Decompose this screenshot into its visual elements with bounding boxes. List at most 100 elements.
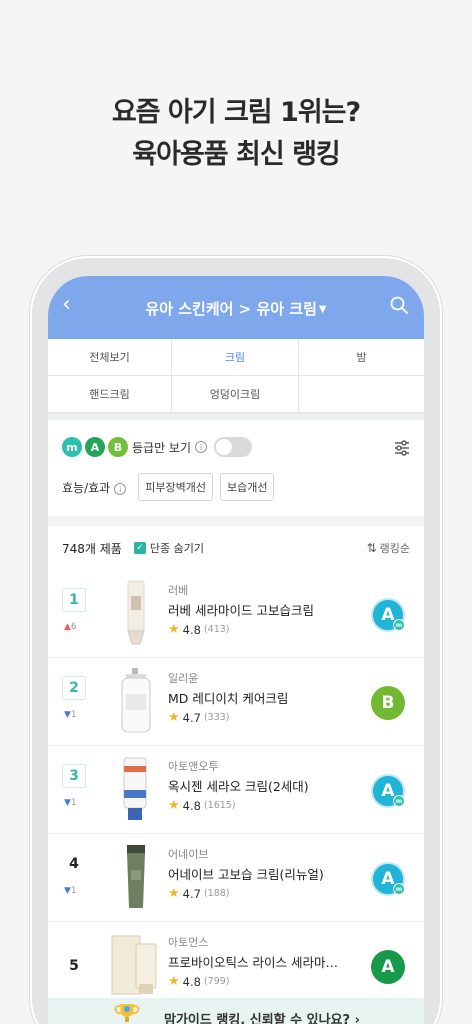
filter-panel: m A B 등급만 보기 i 효능/효과 i 피부장벽개선 보습개선	[48, 420, 424, 516]
effect-label: 효능/효과 i	[62, 479, 127, 496]
tab-empty	[299, 376, 424, 413]
rank-change-value: 1	[70, 710, 77, 720]
product-name: 프로바이오틱스 라이스 세라마…	[168, 955, 338, 970]
checkbox-checked-icon[interactable]: ✓	[133, 542, 146, 554]
grade-a-icon: A	[85, 437, 105, 457]
rank-change: ▲6	[64, 622, 77, 632]
product-name: 옥시젠 세라오 크림(2세대)	[168, 779, 309, 794]
tab-hand-cream[interactable]: 핸드크림	[48, 376, 172, 413]
product-name: 러베 세라마이드 고보습크림	[168, 603, 314, 618]
product-row[interactable]: 2 ▼1 일리윤 MD 레디이치 케어크림 ★ 4.7 (333) B	[48, 658, 424, 746]
sort-button[interactable]: ⇅ 랭킹순	[367, 540, 410, 556]
product-brand: 러베	[168, 584, 189, 597]
rank-down-icon: ▼	[64, 886, 71, 896]
grade-badge: Am	[371, 598, 405, 632]
review-count: (333)	[203, 712, 230, 723]
rank-change-value: 1	[70, 886, 77, 896]
category-title[interactable]: 유아 스킨케어 > 유아 크림 ▼	[48, 298, 424, 319]
caret-down-icon: ▼	[318, 304, 327, 315]
product-name: MD 레디이치 케어크림	[168, 691, 289, 706]
headline-line-2: 육아용품 최신 랭킹	[132, 139, 341, 170]
hide-discontinued-label[interactable]: 단종 숨기기	[150, 540, 204, 556]
headline: 요즘 아기 크림 1위는? 육아용품 최신 랭킹	[0, 92, 472, 176]
product-rating: ★ 4.8 (413)	[168, 622, 230, 637]
tab-balm[interactable]: 밤	[299, 339, 424, 376]
grade-m-icon: m	[62, 437, 82, 457]
grade-m-mini-icon: m	[393, 619, 405, 631]
review-count: (799)	[203, 976, 230, 987]
info-icon[interactable]: i	[195, 441, 208, 453]
rating-value: 4.8	[182, 974, 201, 989]
product-row[interactable]: 3 ▼1 아토앤오투 옥시젠 세라오 크림(2세대) ★ 4.8 (1615) Am	[48, 746, 424, 834]
rating-value: 4.7	[182, 886, 201, 901]
rank-badge: 4	[69, 856, 79, 872]
product-rating: ★ 4.7 (188)	[168, 886, 230, 901]
grade-letter: A	[381, 957, 395, 977]
tab-all[interactable]: 전체보기	[48, 339, 172, 376]
grade-m-mini-icon: m	[393, 883, 405, 895]
star-icon: ★	[168, 798, 180, 813]
toggle-knob	[216, 439, 233, 455]
chip-moisture[interactable]: 보습개선	[219, 473, 275, 501]
review-count: (413)	[203, 624, 230, 635]
product-rating: ★ 4.8 (1615)	[168, 798, 236, 813]
product-image	[121, 668, 151, 733]
trophy-icon	[114, 1004, 140, 1022]
ranking-trust-banner[interactable]: 맘가이드 랭킹, 신뢰할 수 있나요? ›	[48, 998, 424, 1024]
product-rating: ★ 4.7 (333)	[168, 710, 230, 725]
rank-change: ▼1	[64, 886, 77, 896]
grade-badge: Am	[371, 774, 405, 808]
grade-m-mini-icon: m	[393, 795, 405, 807]
rank-up-icon: ▲	[64, 622, 71, 632]
headline-line-1: 요즘 아기 크림 1위는?	[111, 97, 361, 128]
tab-cream[interactable]: 크림	[172, 339, 299, 376]
app-bar: ‹ 유아 스킨케어 > 유아 크림 ▼	[48, 276, 424, 339]
star-icon: ★	[168, 886, 180, 901]
grade-letter: B	[381, 693, 395, 713]
list-header: 748개 제품 ✓ 단종 숨기기 ⇅ 랭킹순	[48, 526, 424, 570]
section-divider	[48, 516, 424, 526]
chip-skin-barrier[interactable]: 피부장벽개선	[138, 473, 213, 501]
grade-only-toggle[interactable]	[214, 437, 253, 457]
filter-settings-icon[interactable]	[394, 440, 410, 456]
review-count: (188)	[203, 888, 230, 899]
rank-down-icon: ▼	[64, 710, 71, 720]
star-icon: ★	[168, 622, 180, 637]
grade-b-icon: B	[108, 437, 128, 457]
product-rating: ★ 4.8 (799)	[168, 974, 230, 989]
tab-diaper-cream[interactable]: 엉덩이크림	[172, 376, 299, 413]
banner-text: 맘가이드 랭킹, 신뢰할 수 있나요? ›	[164, 1012, 360, 1024]
rank-badge: 1	[62, 588, 86, 612]
product-image	[127, 580, 145, 645]
rating-value: 4.7	[182, 710, 201, 725]
product-row[interactable]: 1 ▲6 러베 러베 세라마이드 고보습크림 ★ 4.8 (413) Am	[48, 570, 424, 658]
category-title-text: 유아 스킨케어 > 유아 크림	[145, 300, 317, 318]
rank-badge: 3	[62, 764, 86, 788]
product-image	[111, 935, 157, 995]
effect-filter-row: 효능/효과 i 피부장벽개선 보습개선	[62, 473, 410, 501]
rank-badge: 2	[62, 676, 86, 700]
effect-label-text: 효능/효과	[62, 480, 111, 495]
app-screen: ‹ 유아 스킨케어 > 유아 크림 ▼ 전체보기 크림 밤 핸드크림 엉덩이크림 …	[48, 276, 424, 1024]
search-icon[interactable]	[390, 296, 408, 314]
grade-badge: Am	[371, 862, 405, 896]
product-brand: 어네이브	[168, 848, 209, 861]
product-count: 748개 제품	[62, 541, 122, 556]
review-count: (1615)	[203, 800, 236, 811]
rank-down-icon: ▼	[64, 798, 71, 808]
grade-badge: A	[371, 950, 405, 984]
star-icon: ★	[168, 974, 180, 989]
product-image	[123, 757, 147, 820]
grade-only-label: 등급만 보기	[132, 440, 192, 455]
product-brand: 일리윤	[168, 672, 199, 685]
product-brand: 아토앤오투	[168, 760, 219, 773]
grade-badge: B	[371, 686, 405, 720]
product-row[interactable]: 4 ▼1 어네이브 어네이브 고보습 크림(리뉴얼) ★ 4.7 (188) Am	[48, 834, 424, 922]
product-name: 어네이브 고보습 크림(리뉴얼)	[168, 867, 324, 882]
sort-arrows-icon: ⇅	[366, 541, 377, 555]
grade-filter-row: m A B 등급만 보기 i	[62, 436, 410, 458]
info-icon[interactable]: i	[114, 483, 127, 495]
product-brand: 아토먼스	[168, 936, 209, 949]
product-row[interactable]: 5 아토먼스 프로바이오틱스 라이스 세라마… ★ 4.8 (799) A	[48, 922, 424, 1010]
rank-change-value: 1	[70, 798, 77, 808]
